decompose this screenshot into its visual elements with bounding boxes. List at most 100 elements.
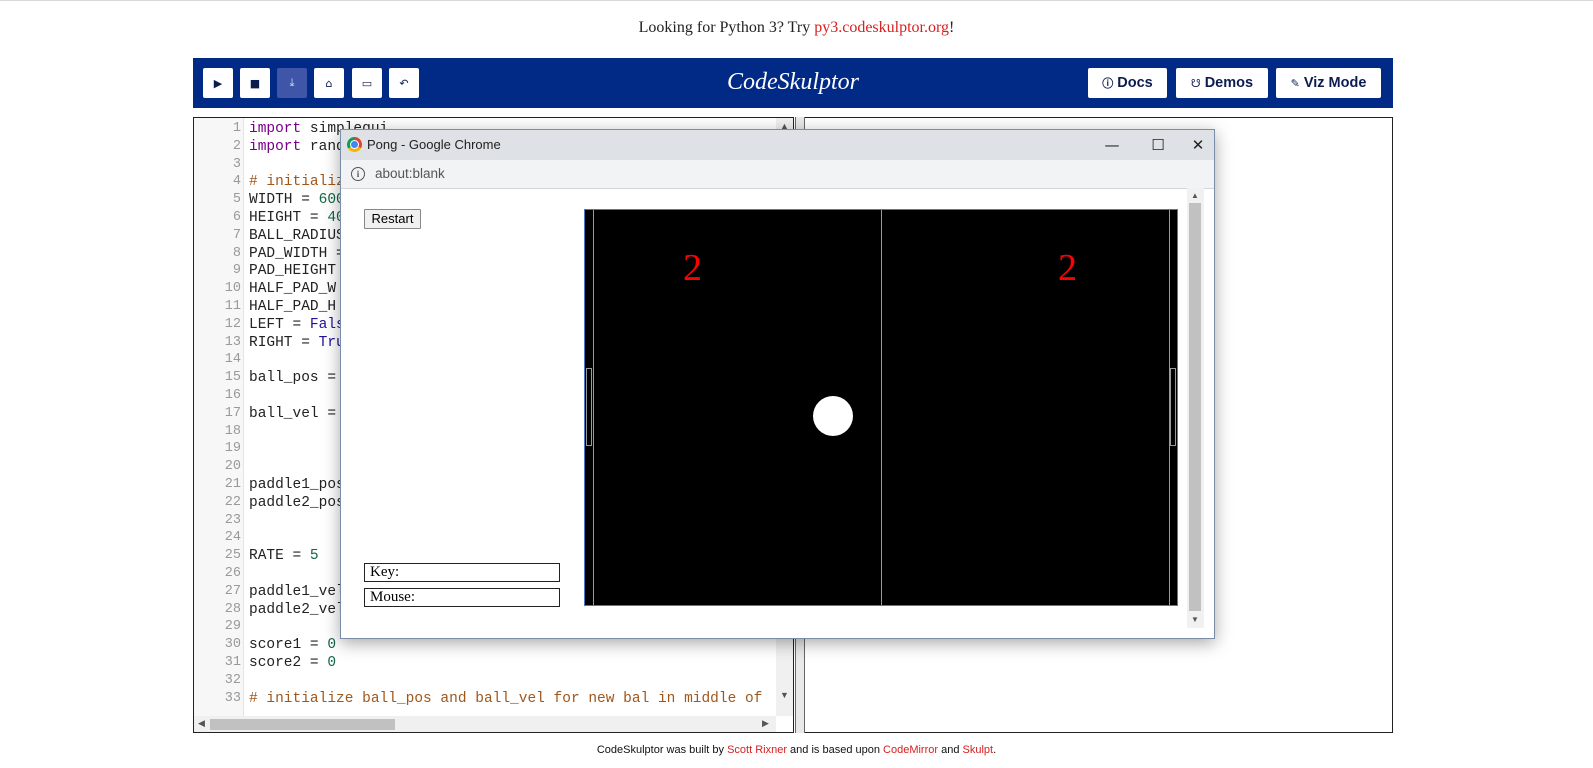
code-line[interactable]: LEFT = False — [249, 317, 353, 333]
line-number: 6 — [232, 210, 241, 225]
banner-text: Looking for Python 3? Try — [638, 19, 815, 36]
window-titlebar[interactable]: Pong - Google Chrome — ☐ ✕ — [341, 130, 1214, 160]
line-number: 22 — [224, 495, 241, 510]
horizontal-scroll-thumb[interactable] — [210, 719, 395, 730]
wrench-icon: ✎ — [1290, 76, 1300, 90]
code-line[interactable]: HALF_PAD_H — [249, 299, 336, 315]
python3-banner: Looking for Python 3? Try py3.codeskulpt… — [0, 19, 1593, 37]
close-button[interactable]: ✕ — [1183, 134, 1213, 156]
line-number: 8 — [232, 246, 241, 261]
line-number: 9 — [232, 263, 241, 278]
right-paddle — [1170, 368, 1176, 446]
right-score: 2 — [1058, 247, 1077, 289]
code-line[interactable]: RATE = 5 — [249, 548, 319, 564]
demos-label: Demos — [1204, 75, 1254, 91]
line-number: 1 — [232, 121, 241, 136]
code-line[interactable]: ball_pos = — [249, 370, 336, 386]
scroll-down-arrow-icon[interactable]: ▼ — [780, 690, 789, 700]
footer-text: . — [993, 744, 997, 756]
line-number: 31 — [224, 655, 241, 670]
code-line[interactable]: # initialize ball_pos and ball_vel for n… — [249, 691, 762, 707]
popup-scroll-thumb[interactable] — [1189, 203, 1201, 611]
scroll-right-arrow-icon[interactable]: ▶ — [762, 718, 769, 729]
code-line[interactable]: score1 = 0 — [249, 637, 336, 653]
ball — [813, 396, 853, 436]
close-icon: ✕ — [1191, 136, 1205, 154]
line-number: 10 — [224, 281, 241, 296]
game-canvas[interactable]: 2 2 — [584, 209, 1178, 606]
line-number: 27 — [224, 584, 241, 599]
scroll-up-arrow-icon[interactable]: ▲ — [1191, 191, 1199, 200]
viz-label: Viz Mode — [1303, 75, 1367, 91]
minimize-button[interactable]: — — [1097, 134, 1127, 156]
mouse-label: Mouse: — [364, 588, 560, 607]
line-number: 32 — [224, 673, 241, 688]
url-text[interactable]: about:blank — [375, 166, 445, 181]
chrome-logo-icon — [347, 137, 362, 152]
left-score: 2 — [683, 247, 702, 289]
maximize-button[interactable]: ☐ — [1143, 134, 1173, 156]
editor-horizontal-scrollbar[interactable]: ◀ ▶ — [194, 716, 776, 732]
undo-icon: ↶ — [399, 76, 409, 90]
left-paddle — [586, 368, 592, 446]
viz-mode-button[interactable]: ✎ Viz Mode — [1276, 68, 1381, 98]
code-line[interactable]: BALL_RADIUS — [249, 228, 345, 244]
line-number: 24 — [224, 530, 241, 545]
code-line[interactable]: # initialize — [249, 174, 353, 190]
footer-text: and is based upon — [787, 744, 884, 756]
open-button[interactable]: ▭ — [352, 68, 382, 98]
line-number: 17 — [224, 406, 241, 421]
download-icon: ⤓ — [289, 76, 295, 89]
save-button[interactable]: ■ — [240, 68, 270, 98]
author-link[interactable]: Scott Rixner — [727, 744, 787, 756]
line-number: 20 — [224, 459, 241, 474]
footer-text: and — [938, 744, 963, 756]
minimize-icon: — — [1104, 136, 1120, 154]
footer: CodeSkulptor was built by Scott Rixner a… — [0, 744, 1593, 756]
toolbar: ▶ ■ ⤓ ⌂ ▭ ↶ CodeSkulptor ⓘ Docs ☋ Demos ✎ V… — [193, 58, 1393, 108]
code-line[interactable]: HEIGHT = 400 — [249, 210, 353, 226]
code-line[interactable]: HALF_PAD_W — [249, 281, 336, 297]
banner-suffix: ! — [949, 19, 955, 36]
run-button[interactable]: ▶ — [203, 68, 233, 98]
code-line[interactable]: WIDTH = 600 — [249, 192, 345, 208]
code-line[interactable]: paddle1_pos — [249, 477, 345, 493]
line-number: 21 — [224, 477, 241, 492]
code-line[interactable]: paddle2_vel — [249, 602, 345, 618]
line-number: 19 — [224, 441, 241, 456]
save-icon: ■ — [249, 76, 261, 90]
py3-link[interactable]: py3.codeskulptor.org — [814, 19, 949, 36]
code-line[interactable]: PAD_HEIGHT — [249, 263, 336, 279]
scroll-left-arrow-icon[interactable]: ◀ — [198, 718, 205, 729]
code-line[interactable]: paddle2_pos — [249, 495, 345, 511]
folder-open-icon: ▭ — [361, 76, 373, 90]
line-number: 16 — [224, 388, 241, 403]
popup-vertical-scrollbar[interactable]: ▲ ▼ — [1187, 188, 1204, 628]
line-number: 3 — [232, 157, 241, 172]
demos-button[interactable]: ☋ Demos — [1176, 68, 1268, 98]
line-number: 29 — [224, 619, 241, 634]
code-line[interactable]: score2 = 0 — [249, 655, 336, 671]
download-button[interactable]: ⤓ — [277, 68, 307, 98]
line-number: 25 — [224, 548, 241, 563]
fresh-url-button[interactable]: ⌂ — [314, 68, 344, 98]
code-line[interactable]: RIGHT = True — [249, 335, 353, 351]
line-number: 12 — [224, 317, 241, 332]
codemirror-link[interactable]: CodeMirror — [883, 744, 938, 756]
info-icon[interactable]: i — [351, 167, 365, 181]
line-number: 4 — [232, 174, 241, 189]
docs-button[interactable]: ⓘ Docs — [1088, 68, 1167, 98]
address-bar[interactable]: i about:blank — [341, 160, 1214, 189]
line-number: 26 — [224, 566, 241, 581]
pong-popup-window: Pong - Google Chrome — ☐ ✕ i about:blank… — [340, 129, 1215, 639]
code-line[interactable]: PAD_WIDTH = — [249, 246, 345, 262]
restart-button[interactable]: Restart — [364, 209, 421, 229]
line-number: 30 — [224, 637, 241, 652]
scroll-down-arrow-icon[interactable]: ▼ — [1191, 615, 1199, 624]
line-number: 18 — [224, 424, 241, 439]
skulpt-link[interactable]: Skulpt — [963, 744, 994, 756]
code-line[interactable]: ball_vel = — [249, 406, 336, 422]
code-line[interactable]: paddle1_vel — [249, 584, 345, 600]
line-number: 28 — [224, 602, 241, 617]
reset-button[interactable]: ↶ — [389, 68, 419, 98]
